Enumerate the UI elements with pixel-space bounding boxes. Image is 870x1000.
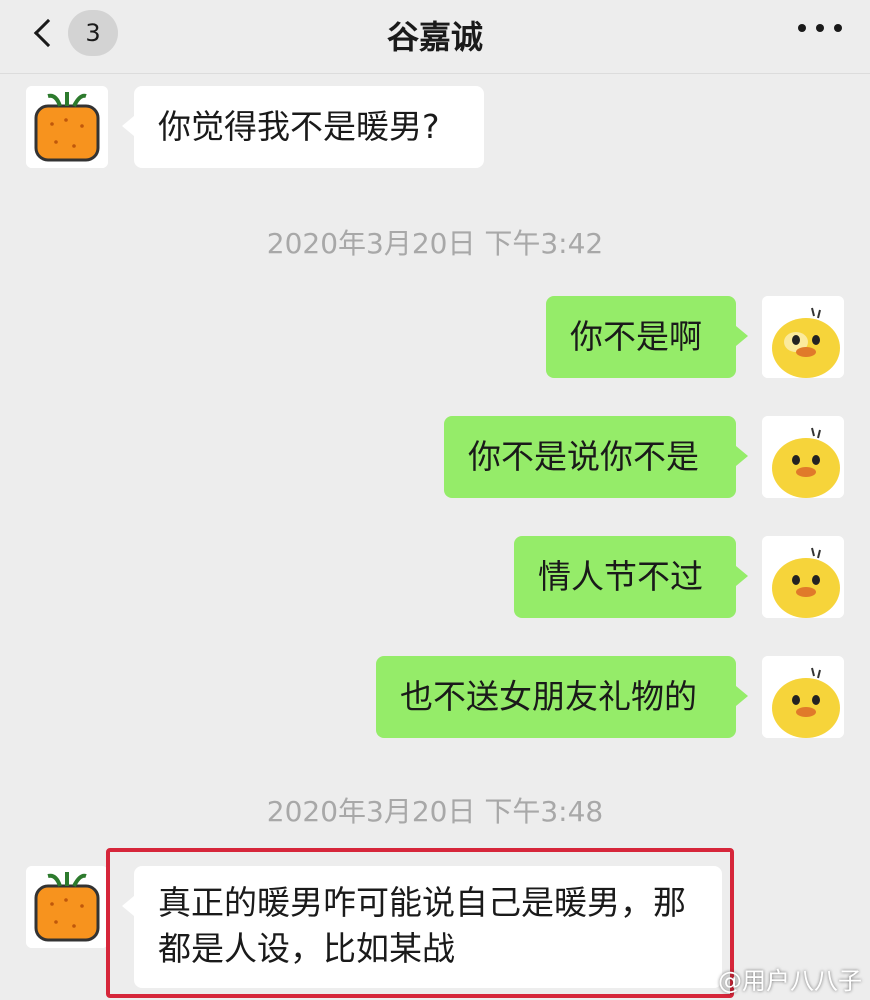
message-text: 情人节不过 [538,557,703,596]
chick-avatar[interactable] [762,296,844,378]
chick-avatar[interactable] [762,416,844,498]
message-bubble-sent[interactable]: 你不是说你不是 [444,416,748,498]
chick-avatar[interactable] [762,656,844,738]
message-text: 你不是说你不是 [468,437,699,476]
orange-avatar[interactable] [26,86,108,168]
message-text: 也不送女朋友礼物的 [400,677,697,716]
highlight-box [106,848,734,998]
chick-avatar[interactable] [762,536,844,618]
orange-avatar[interactable] [26,866,108,948]
watermark: @用户八八子 [718,967,862,995]
message-bubble-received[interactable]: 你觉得我不是暖男? [122,86,484,168]
chat-header: 3 谷嘉诚 [0,0,870,74]
message-bubble-sent[interactable]: 情人节不过 [514,536,748,618]
message-text: 你觉得我不是暖男? [158,107,440,146]
timestamp: 2020年3月20日 下午3:42 [266,227,604,260]
chat-title: 谷嘉诚 [386,18,483,56]
message-text: 你不是啊 [570,317,702,356]
timestamp: 2020年3月20日 下午3:48 [266,795,604,828]
more-dots-icon[interactable] [798,18,842,38]
message-bubble-sent[interactable]: 也不送女朋友礼物的 [376,656,748,738]
message-bubble-sent[interactable]: 你不是啊 [546,296,748,378]
